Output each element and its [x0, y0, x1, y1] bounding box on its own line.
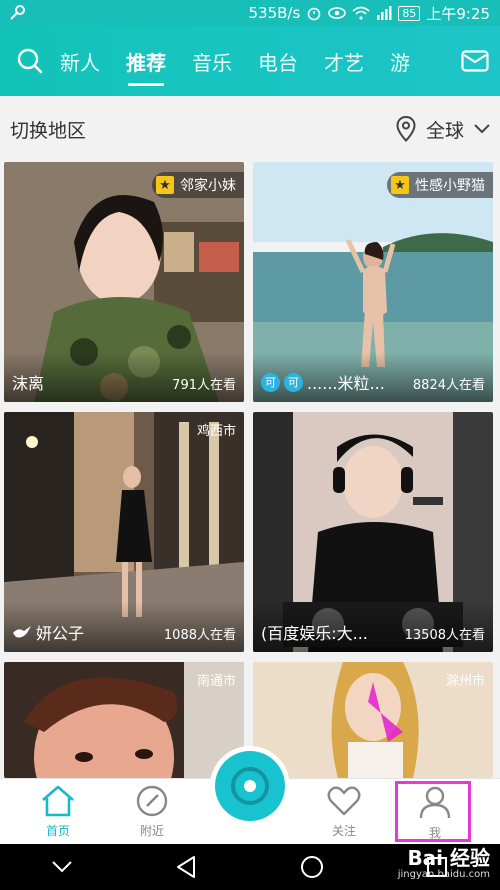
- city-label: 南通市: [196, 674, 236, 689]
- search-button[interactable]: [0, 47, 60, 75]
- live-ring-inner: [231, 767, 269, 805]
- level-badge: 可: [284, 372, 303, 392]
- watermark: Bai 经验 jingyan.baidu.com: [398, 842, 490, 880]
- city-label: 滁州市: [445, 674, 485, 689]
- wifi-icon: [352, 6, 370, 20]
- star-icon: ★: [391, 176, 409, 194]
- stream-card[interactable]: (百度娱乐:大... 13508人在看: [253, 412, 493, 652]
- tab-radio[interactable]: 电台: [258, 26, 298, 96]
- tab-new[interactable]: 新人: [60, 26, 100, 96]
- tab-music[interactable]: 音乐: [192, 26, 232, 96]
- tag-label: 性感小野猫: [415, 178, 485, 194]
- tab-talent[interactable]: 才艺: [324, 26, 364, 96]
- live-dot: [244, 780, 256, 792]
- city-label: 鸡西市: [196, 424, 236, 439]
- back-icon[interactable]: [174, 855, 198, 879]
- eye-icon: [328, 7, 347, 19]
- clock: 上午9:25: [426, 4, 490, 23]
- stream-card[interactable]: ★ 邻家小妹 沫离 791人在看: [4, 162, 244, 402]
- battery-indicator: 85: [398, 5, 421, 21]
- tab-recommended[interactable]: 推荐: [126, 26, 166, 96]
- tab-home-label: 首页: [45, 824, 70, 838]
- messages-button[interactable]: [450, 50, 500, 72]
- tab-games[interactable]: 游: [390, 26, 410, 96]
- alarm-icon: [308, 7, 321, 21]
- watermark-text: Bai 经验: [407, 846, 490, 870]
- tag-badge: ★ 性感小野猫: [387, 172, 493, 198]
- streamer-name: 沫离: [12, 374, 45, 393]
- streamer-name-text: ......米粒...: [307, 374, 385, 393]
- region-selector[interactable]: 全球: [396, 116, 490, 143]
- go-live-button[interactable]: [210, 746, 290, 826]
- streamer-name: (百度娱乐:大...: [261, 624, 368, 643]
- streamer-name-text: 妍公子: [36, 624, 85, 643]
- stream-card[interactable]: 南通市: [4, 662, 244, 778]
- region-title: 切换地区: [10, 119, 87, 142]
- tag-badge: ★ 邻家小妹: [152, 172, 244, 198]
- viewer-count: 1088人在看: [163, 628, 236, 643]
- region-value: 全球: [425, 119, 464, 142]
- stream-card[interactable]: 滁州市: [253, 662, 493, 778]
- star-icon: ★: [156, 176, 174, 194]
- streamer-name: 可 可 ......米粒...: [261, 370, 385, 394]
- compass-icon: [136, 785, 168, 817]
- chevron-down-icon[interactable]: [51, 860, 73, 874]
- mail-icon: [461, 50, 489, 72]
- chevron-down-icon: [474, 124, 490, 134]
- watermark-url: jingyan.baidu.com: [397, 869, 490, 880]
- tab-nearby[interactable]: 附近: [122, 785, 182, 839]
- status-bar: 535B/s 85 上午9:25: [0, 0, 500, 26]
- dove-icon: [13, 626, 31, 638]
- region-bar: 切换地区 全球: [0, 96, 500, 162]
- top-nav: 新人 推荐 音乐 电台 才艺 游: [0, 26, 500, 96]
- streamer-name: 妍公子: [12, 620, 84, 644]
- viewer-count: 13508人在看: [404, 628, 485, 643]
- heart-icon: [327, 786, 361, 816]
- key-icon: [10, 5, 25, 20]
- live-ring: [215, 751, 285, 821]
- home-circle-icon[interactable]: [300, 855, 324, 879]
- highlight-box: [395, 781, 471, 842]
- viewer-count: 8824人在看: [412, 378, 485, 393]
- stream-card[interactable]: ★ 性感小野猫 可 可 ......米粒... 8824人在看: [253, 162, 493, 402]
- location-pin-icon: [396, 116, 416, 142]
- tab-nearby-label: 附近: [139, 824, 164, 838]
- net-speed: 535B/s: [248, 4, 301, 22]
- level-badge: 可: [261, 372, 280, 392]
- home-icon: [42, 785, 74, 817]
- stream-card[interactable]: 鸡西市 妍公子 1088人在看: [4, 412, 244, 652]
- tag-label: 邻家小妹: [180, 178, 236, 194]
- signal-icon: [377, 6, 392, 20]
- tab-follow-label: 关注: [331, 824, 356, 838]
- viewer-count: 791人在看: [172, 378, 236, 393]
- category-tabs: 新人 推荐 音乐 电台 才艺 游: [60, 26, 450, 96]
- search-icon: [17, 48, 43, 74]
- tab-home[interactable]: 首页: [28, 785, 88, 839]
- tab-follow[interactable]: 关注: [314, 785, 374, 839]
